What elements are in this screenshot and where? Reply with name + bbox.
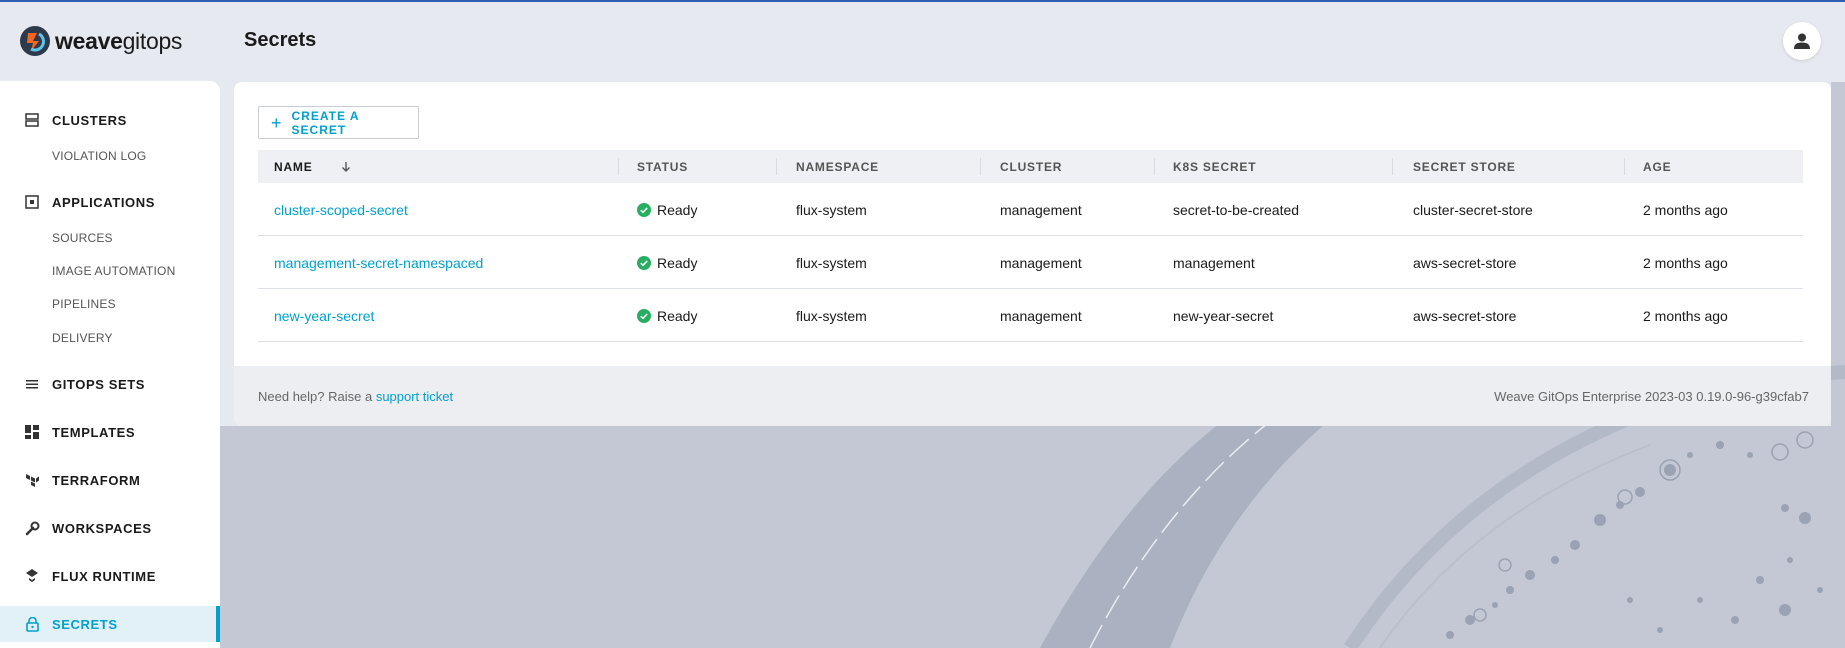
sidebar-item-clusters[interactable]: CLUSTERS: [0, 102, 220, 138]
cluster-cell: management: [1000, 307, 1082, 324]
sidebar-item-label: WORKSPACES: [52, 520, 152, 536]
wrench-icon: [24, 520, 40, 536]
column-header-k8s-secret[interactable]: K8S SECRET: [1173, 150, 1256, 183]
sidebar-item-label: FLUX RUNTIME: [52, 568, 156, 584]
k8s-secret-cell: new-year-secret: [1173, 307, 1274, 324]
status-cell: Ready: [637, 183, 697, 236]
secret-name-link[interactable]: new-year-secret: [274, 289, 374, 342]
sidebar-item-flux-runtime[interactable]: FLUX RUNTIME: [0, 558, 220, 594]
sidebar-subitem-pipelines[interactable]: PIPELINES: [52, 297, 116, 311]
flux-icon: [24, 568, 40, 584]
status-cell: Ready: [637, 236, 697, 289]
column-separator: [618, 158, 619, 175]
age-cell: 2 months ago: [1643, 254, 1728, 271]
sort-arrow-down-icon[interactable]: [341, 161, 351, 173]
age-cell: 2 months ago: [1643, 307, 1728, 324]
sidebar-item-label: TERRAFORM: [52, 472, 141, 488]
namespace-cell: flux-system: [796, 307, 867, 324]
support-ticket-link[interactable]: support ticket: [376, 389, 453, 404]
sidebar-item-secrets[interactable]: SECRETS: [0, 606, 220, 642]
namespace-cell: flux-system: [796, 254, 867, 271]
footer: Need help? Raise a support ticket Weave …: [234, 366, 1831, 426]
sidebar-item-label: APPLICATIONS: [52, 194, 156, 210]
column-header-secret-store[interactable]: SECRET STORE: [1413, 150, 1516, 183]
plus-icon: +: [271, 112, 282, 133]
table-row: management-secret-namespaced Ready flux-…: [258, 236, 1803, 289]
k8s-secret-cell: secret-to-be-created: [1173, 201, 1300, 218]
user-icon: [1794, 33, 1810, 49]
table-row: new-year-secret Ready flux-system manage…: [258, 289, 1803, 342]
check-circle-icon: [637, 308, 651, 323]
applications-icon: [24, 194, 40, 210]
sidebar-item-label: SECRETS: [52, 616, 118, 632]
templates-icon: [24, 424, 40, 440]
column-header-cluster[interactable]: CLUSTER: [1000, 150, 1062, 183]
user-menu-button[interactable]: [1783, 22, 1821, 60]
sidebar-subitem-violation-log[interactable]: VIOLATION LOG: [52, 149, 146, 163]
sidebar-item-label: CLUSTERS: [52, 112, 127, 128]
help-text: Need help? Raise a support ticket: [258, 388, 454, 404]
secret-store-cell: aws-secret-store: [1413, 307, 1517, 324]
lock-icon: [24, 616, 40, 632]
create-secret-button[interactable]: + CREATE A SECRET: [258, 106, 419, 139]
secrets-table: NAME STATUS NAMESPACE CLUSTER K8S SECRET…: [258, 150, 1803, 342]
check-circle-icon: [637, 202, 651, 217]
secret-name-link[interactable]: cluster-scoped-secret: [274, 183, 408, 236]
secret-store-cell: cluster-secret-store: [1413, 201, 1533, 218]
sidebar-item-workspaces[interactable]: WORKSPACES: [0, 510, 220, 546]
column-header-age[interactable]: AGE: [1643, 150, 1671, 183]
top-accent-line: [0, 0, 1845, 2]
weave-logo-icon: [20, 26, 50, 56]
sidebar-item-terraform[interactable]: TERRAFORM: [0, 462, 220, 498]
secrets-card: + CREATE A SECRET NAME STATUS NAMESPACE …: [234, 82, 1831, 426]
clusters-icon: [24, 112, 40, 128]
age-cell: 2 months ago: [1643, 201, 1728, 218]
terraform-icon: [24, 472, 40, 488]
cluster-cell: management: [1000, 254, 1082, 271]
active-indicator: [216, 606, 220, 642]
column-header-name[interactable]: NAME: [274, 150, 351, 183]
k8s-secret-cell: management: [1173, 254, 1255, 271]
sidebar: CLUSTERS VIOLATION LOG APPLICATIONS SOUR…: [0, 81, 220, 648]
sidebar-item-gitops-sets[interactable]: GITOPS SETS: [0, 366, 220, 402]
secret-store-cell: aws-secret-store: [1413, 254, 1517, 271]
cluster-cell: management: [1000, 201, 1082, 218]
logo-wordmark: weavegitops: [55, 27, 183, 54]
sidebar-item-label: TEMPLATES: [52, 424, 136, 440]
column-separator: [1154, 158, 1155, 175]
sidebar-item-applications[interactable]: APPLICATIONS: [0, 184, 220, 220]
column-separator: [1624, 158, 1625, 175]
sidebar-item-templates[interactable]: TEMPLATES: [0, 414, 220, 450]
sidebar-item-label: GITOPS SETS: [52, 376, 146, 392]
sidebar-subitem-sources[interactable]: SOURCES: [52, 231, 113, 245]
column-separator: [980, 158, 981, 175]
column-header-namespace[interactable]: NAMESPACE: [796, 150, 879, 183]
sidebar-subitem-delivery[interactable]: DELIVERY: [52, 331, 113, 345]
gitops-sets-icon: [24, 376, 40, 392]
status-cell: Ready: [637, 289, 697, 342]
namespace-cell: flux-system: [796, 201, 867, 218]
page-title: Secrets: [244, 29, 317, 51]
check-circle-icon: [637, 255, 651, 270]
version-text: Weave GitOps Enterprise 2023-03 0.19.0-9…: [1494, 388, 1809, 404]
column-header-status[interactable]: STATUS: [637, 150, 688, 183]
column-separator: [776, 158, 777, 175]
table-header: NAME STATUS NAMESPACE CLUSTER K8S SECRET…: [258, 150, 1803, 183]
column-separator: [1392, 158, 1393, 175]
sidebar-subitem-image-automation[interactable]: IMAGE AUTOMATION: [52, 264, 175, 278]
weave-gitops-logo[interactable]: weavegitops: [19, 25, 182, 57]
table-row: cluster-scoped-secret Ready flux-system …: [258, 183, 1803, 236]
secret-name-link[interactable]: management-secret-namespaced: [274, 236, 483, 289]
